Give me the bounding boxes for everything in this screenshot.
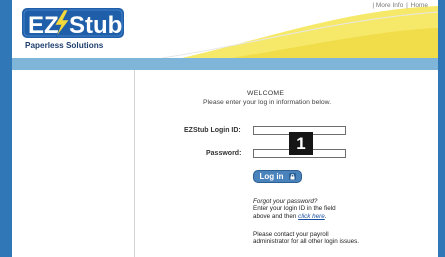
logo-stub-text: Stub	[69, 12, 122, 39]
header-band	[12, 58, 438, 70]
right-border	[438, 0, 445, 257]
more-info-link[interactable]: More Info	[376, 2, 403, 9]
login-window: EZ Stub Paperless Solutions | More Info …	[0, 0, 445, 257]
login-instruction: Please enter your log in information bel…	[203, 99, 332, 106]
password-label: Password:	[206, 150, 242, 157]
click-here-link[interactable]: click here	[298, 213, 325, 220]
callout-badge: 1	[289, 132, 313, 155]
column-divider	[134, 70, 135, 257]
forgot-line-1: Enter your login ID in the field	[253, 205, 336, 213]
top-links: | More Info | Home	[372, 2, 428, 9]
login-button-label: Log in	[259, 172, 284, 181]
separator: |	[372, 2, 375, 9]
logo-ez-text: EZ	[28, 12, 59, 39]
contact-line-1: Please contact your payroll	[253, 231, 329, 238]
contact-admin-note: Please contact your payroll administrato…	[253, 231, 359, 246]
login-id-label: EZStub Login ID:	[184, 127, 241, 134]
contact-line-2: administrator for all other login issues…	[253, 238, 360, 246]
left-border	[0, 0, 12, 257]
forgot-title: Forgot your password?	[253, 198, 318, 205]
header-banner: EZ Stub Paperless Solutions | More Info …	[12, 0, 438, 58]
forgot-line-2: above and then click here.	[253, 212, 327, 220]
separator: |	[406, 2, 408, 9]
login-panel: WELCOME Please enter your log in informa…	[12, 70, 438, 257]
welcome-heading: WELCOME	[247, 90, 285, 97]
logo-tagline: Paperless Solutions	[25, 41, 104, 50]
lock-icon	[288, 173, 296, 180]
login-button[interactable]: Log in	[253, 170, 302, 183]
home-link[interactable]: Home	[411, 2, 428, 9]
forgot-password-note: Forgot your password? Enter your login I…	[253, 198, 336, 220]
ezstub-logo: EZ Stub Paperless Solutions	[22, 8, 126, 52]
